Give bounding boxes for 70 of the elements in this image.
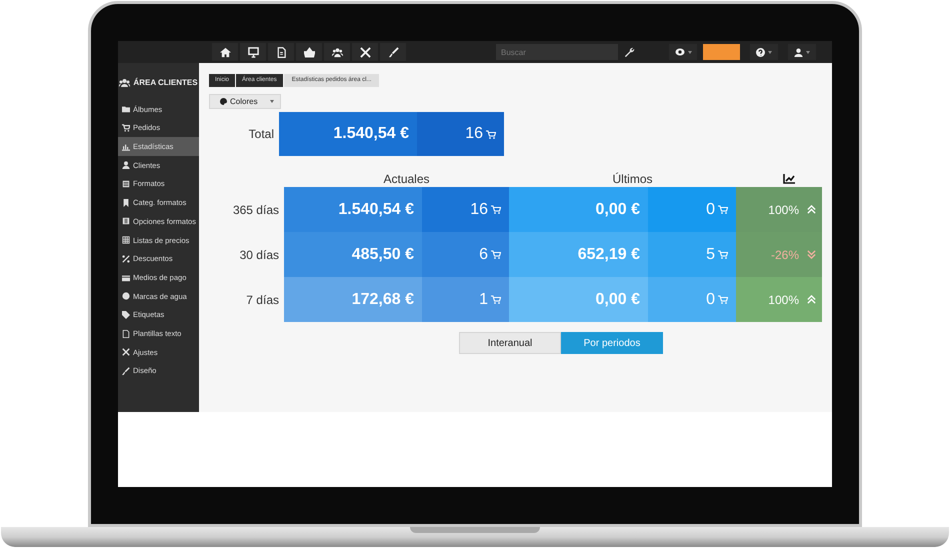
monitor-icon[interactable] [248,46,258,58]
cart-icon [718,205,728,214]
sidebar-title: ÁREA CLIENTES [133,77,198,89]
help-icon [756,48,765,56]
orders-cell: 0 [648,187,736,232]
eye-icon [674,48,684,56]
user-icon [794,48,803,56]
cart-icon [718,250,728,259]
bookmark-icon [122,198,130,207]
double-up-chevron-icon [807,295,816,304]
caret-icon [688,50,692,54]
orders-cell: 6 [422,232,509,277]
row-label: 30 días [238,246,280,264]
users-icon[interactable] [332,46,342,58]
total-orders-cell: 16 [417,112,504,156]
orders-cell: 1 [422,277,509,322]
mode-tab[interactable]: Interanual [459,332,561,354]
amount-cell: 652,19 € [509,232,648,277]
row-label: 365 días [232,202,280,218]
orders-cell: 16 [422,187,509,232]
page-icon [122,330,130,338]
column-header: Actuales [383,172,430,186]
cart-icon [718,295,728,304]
line-chart-icon [783,174,795,184]
grid-icon [122,236,130,244]
cart-icon [122,124,130,132]
amount-cell: 1.540,54 € [284,187,422,232]
sliders-icon [122,217,130,226]
caret-icon [270,100,274,103]
document-icon[interactable] [276,46,286,58]
palette-icon [220,98,227,105]
search-field[interactable]: Buscar [496,44,618,60]
amount-cell: 0,00 € [509,187,648,232]
amount-cell: 172,68 € [284,277,422,322]
cart-icon [491,250,501,259]
list-icon [122,180,130,188]
tag-icon [122,310,130,319]
bar-chart-icon [122,142,130,151]
user-menu-button[interactable] [788,44,816,60]
card-icon [122,274,130,282]
percent-icon [122,254,130,263]
caret-icon [806,50,810,54]
help-menu-button[interactable] [750,44,778,60]
home-icon[interactable] [220,46,230,58]
view-menu-button[interactable] [669,44,697,60]
amount-cell: 485,50 € [284,232,422,277]
orders-cell: 5 [648,232,736,277]
double-down-chevron-icon [807,250,816,259]
wrench-icon[interactable] [624,46,635,58]
brush-icon[interactable] [388,46,398,58]
caret-icon [768,50,772,54]
change-cell: -26% [736,232,822,277]
row-label: Total [248,126,275,143]
folder-icon [122,105,130,114]
brush-icon [122,366,130,375]
total-amount-cell: 1.540,54 € [279,112,417,156]
change-cell: 100% [736,277,822,322]
colors-dropdown[interactable]: Colores [209,94,281,109]
row-label: 7 días [245,292,280,308]
orders-cell: 0 [648,277,736,322]
users-icon [119,79,130,87]
column-header: Últimos [612,172,652,186]
cart-icon [491,295,501,304]
double-up-chevron-icon [807,205,816,214]
badge-icon [122,292,130,300]
cart-icon [491,205,501,214]
amount-cell: 0,00 € [509,277,648,322]
cart-icon [486,130,496,138]
user-icon [122,161,130,170]
change-cell: 100% [736,187,822,232]
